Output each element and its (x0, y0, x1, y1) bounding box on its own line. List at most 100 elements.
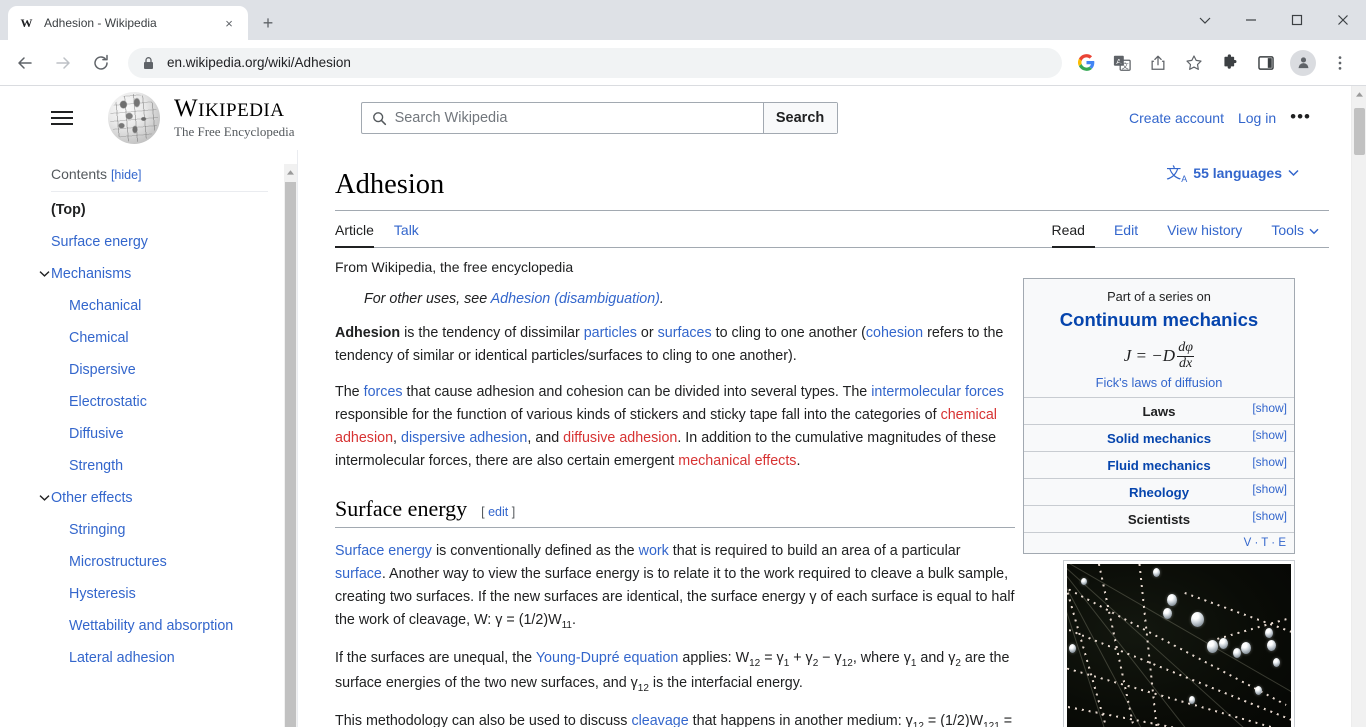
extensions-puzzle-icon[interactable] (1215, 48, 1245, 78)
address-bar[interactable]: en.wikipedia.org/wiki/Adhesion (128, 47, 1062, 78)
close-window-icon[interactable] (1320, 0, 1366, 40)
article-link[interactable]: forces (364, 384, 403, 400)
toc-item[interactable]: Diffusive (51, 418, 268, 450)
forward-button[interactable] (46, 46, 80, 80)
infobox-show-toggle[interactable]: [show] (1252, 509, 1287, 523)
toc-scrollbar-thumb[interactable] (285, 182, 296, 727)
page-scroll-up-icon[interactable] (1352, 86, 1366, 103)
text-run: is conventionally defined as the (431, 542, 639, 559)
infobox-formula-caption[interactable]: Fick's laws of diffusion (1034, 375, 1284, 390)
article-link[interactable]: surfaces (658, 325, 712, 341)
close-tab-icon[interactable]: × (220, 14, 238, 32)
minimize-window-icon[interactable] (1228, 0, 1274, 40)
article-link[interactable]: surface (335, 566, 382, 582)
article-link[interactable]: work (639, 543, 669, 559)
reload-button[interactable] (84, 46, 118, 80)
text-run: = γ (760, 650, 784, 667)
toc-item[interactable]: Lateral adhesion (51, 642, 268, 674)
toc-item[interactable]: Hysteresis (51, 578, 268, 610)
main-menu-icon[interactable] (40, 96, 84, 140)
bookmark-star-icon[interactable] (1179, 48, 1209, 78)
wikipedia-logo[interactable]: WIKIPEDIA The Free Encyclopedia (108, 92, 295, 144)
article-link[interactable]: intermolecular forces (871, 384, 1004, 400)
chevron-down-icon[interactable] (39, 494, 50, 502)
formula-fraction: dφ dx (1177, 340, 1195, 371)
article-tab-row: Article Talk Read Edit View history Tools (335, 211, 1329, 248)
toc-item[interactable]: (Top) (51, 194, 268, 226)
article-link[interactable]: particles (584, 325, 637, 341)
infobox-vte-links[interactable]: V · T · E (1024, 532, 1294, 553)
back-button[interactable] (8, 46, 42, 80)
language-selector-button[interactable]: 文A 55 languages (1166, 162, 1299, 184)
article-link[interactable]: cleavage (631, 713, 688, 727)
maximize-window-icon[interactable] (1274, 0, 1320, 40)
text-run: , and (527, 430, 564, 447)
toolbar-icons: A文 (1068, 48, 1358, 78)
article-content-inner: 文A 55 languages Adhesion Article Talk Rea… (298, 150, 1351, 727)
toc-item[interactable]: Strength (51, 450, 268, 482)
personal-tools-more-icon[interactable]: ••• (1290, 108, 1311, 129)
translate-icon[interactable]: A文 (1107, 48, 1137, 78)
side-panel-icon[interactable] (1251, 48, 1281, 78)
toc-item[interactable]: Chemical (51, 322, 268, 354)
search-field-wrapper[interactable] (362, 103, 763, 133)
toc-item[interactable]: Other effects (39, 482, 268, 514)
view-tab[interactable]: View history (1167, 222, 1252, 238)
infobox-row-label[interactable]: Rheology (1129, 485, 1189, 500)
infobox-show-toggle[interactable]: [show] (1252, 482, 1287, 496)
search-input[interactable] (394, 110, 755, 126)
article-red-link[interactable]: mechanical effects (678, 453, 796, 469)
edit-link[interactable]: edit (488, 505, 508, 519)
hatnote-link[interactable]: Adhesion (disambiguation) (491, 291, 660, 307)
view-tab[interactable]: Edit (1114, 222, 1148, 238)
text-run: = (1/2)W (923, 713, 984, 727)
infobox-show-toggle[interactable]: [show] (1252, 401, 1287, 415)
namespace-tab[interactable]: Talk (394, 222, 429, 247)
view-tab[interactable]: Tools (1271, 222, 1329, 238)
search-box[interactable]: Search (360, 102, 838, 134)
article-link[interactable]: Surface energy (335, 543, 432, 559)
toc-item[interactable]: Dispersive (51, 354, 268, 386)
log-in-link[interactable]: Log in (1238, 110, 1276, 126)
toc-item[interactable]: Wettability and absorption (51, 610, 268, 642)
article-link[interactable]: Young-Dupré equation (536, 650, 679, 666)
google-icon[interactable] (1071, 48, 1101, 78)
infobox-title[interactable]: Continuum mechanics (1034, 308, 1284, 332)
toc-item[interactable]: Mechanisms (39, 258, 268, 290)
text-run: applies: W (678, 650, 750, 667)
toc-item[interactable]: Surface energy (51, 226, 268, 258)
page-scrollbar-thumb[interactable] (1354, 108, 1365, 155)
chrome-menu-icon[interactable] (1325, 48, 1355, 78)
text-run: If the surfaces are unequal, the (335, 650, 536, 667)
toc-item[interactable]: Electrostatic (51, 386, 268, 418)
view-tab[interactable]: Read (1051, 222, 1096, 248)
create-account-link[interactable]: Create account (1129, 110, 1224, 126)
spider-web-thumbnail[interactable] (1063, 560, 1295, 727)
lock-icon (142, 56, 155, 70)
infobox-show-toggle[interactable]: [show] (1252, 428, 1287, 442)
toc-scroll-up-icon[interactable] (284, 164, 297, 181)
profile-avatar-icon[interactable] (1290, 49, 1316, 76)
formula-lhs: J = −D (1123, 346, 1176, 366)
toc-item[interactable]: Microstructures (51, 546, 268, 578)
share-icon[interactable] (1143, 48, 1173, 78)
article-link[interactable]: dispersive adhesion (401, 430, 527, 446)
chevron-down-icon[interactable] (39, 270, 50, 278)
paragraph: Surface energy is conventionally defined… (335, 540, 1015, 635)
browser-tab[interactable]: W Adhesion - Wikipedia × (8, 6, 248, 40)
new-tab-button[interactable]: + (254, 9, 282, 37)
namespace-tab[interactable]: Article (335, 222, 384, 248)
infobox-show-toggle[interactable]: [show] (1252, 455, 1287, 469)
infobox-row-label[interactable]: Solid mechanics (1107, 431, 1211, 446)
infobox-row-label[interactable]: Fluid mechanics (1107, 458, 1210, 473)
page-scrollbar[interactable] (1351, 86, 1366, 727)
article-link[interactable]: cohesion (866, 325, 923, 341)
toc-scrollbar[interactable] (284, 164, 297, 727)
toc-item[interactable]: Mechanical (51, 290, 268, 322)
tab-search-chevron-icon[interactable] (1182, 0, 1228, 40)
article-red-link[interactable]: diffusive adhesion (563, 430, 677, 446)
view-tab-label: Edit (1113, 221, 1139, 238)
toc-hide-link[interactable]: [hide] (111, 168, 142, 182)
toc-item[interactable]: Stringing (51, 514, 268, 546)
search-button[interactable]: Search (762, 103, 837, 133)
